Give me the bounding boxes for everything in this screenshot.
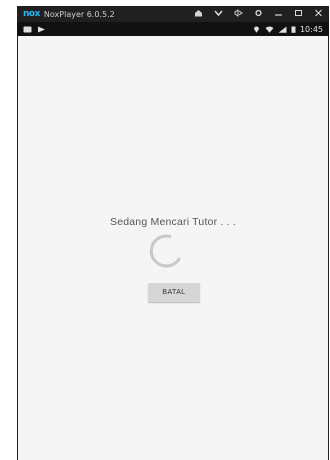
window-controls xyxy=(194,9,323,19)
location-icon xyxy=(252,26,261,33)
app-screen: Sedang Mencari Tutor . . . BATAL xyxy=(18,36,328,460)
window-title: NoxPlayer 6.0.5.2 xyxy=(43,9,115,19)
play-store-icon xyxy=(37,26,46,33)
cancel-button[interactable]: BATAL xyxy=(148,283,200,302)
signal-icon xyxy=(278,26,287,33)
maximize-icon[interactable] xyxy=(294,9,303,19)
close-icon[interactable] xyxy=(314,9,323,19)
home-icon[interactable] xyxy=(194,9,203,19)
window-titlebar: nox NoxPlayer 6.0.5.2 xyxy=(17,6,329,22)
battery-icon xyxy=(291,26,296,33)
notification-icon xyxy=(23,26,32,33)
emulator-window: nox NoxPlayer 6.0.5.2 10:45 Sedang Menca… xyxy=(17,6,329,460)
settings-icon[interactable] xyxy=(254,9,263,19)
nox-logo: nox xyxy=(23,9,40,19)
loading-spinner xyxy=(148,233,184,269)
android-status-bar: 10:45 xyxy=(17,22,329,36)
status-time: 10:45 xyxy=(299,24,323,34)
chevron-down-icon[interactable] xyxy=(214,9,223,19)
keyboard-icon[interactable] xyxy=(234,9,243,19)
minimize-icon[interactable] xyxy=(274,9,283,19)
wifi-icon xyxy=(265,26,274,33)
loading-message: Sedang Mencari Tutor . . . xyxy=(109,216,236,228)
